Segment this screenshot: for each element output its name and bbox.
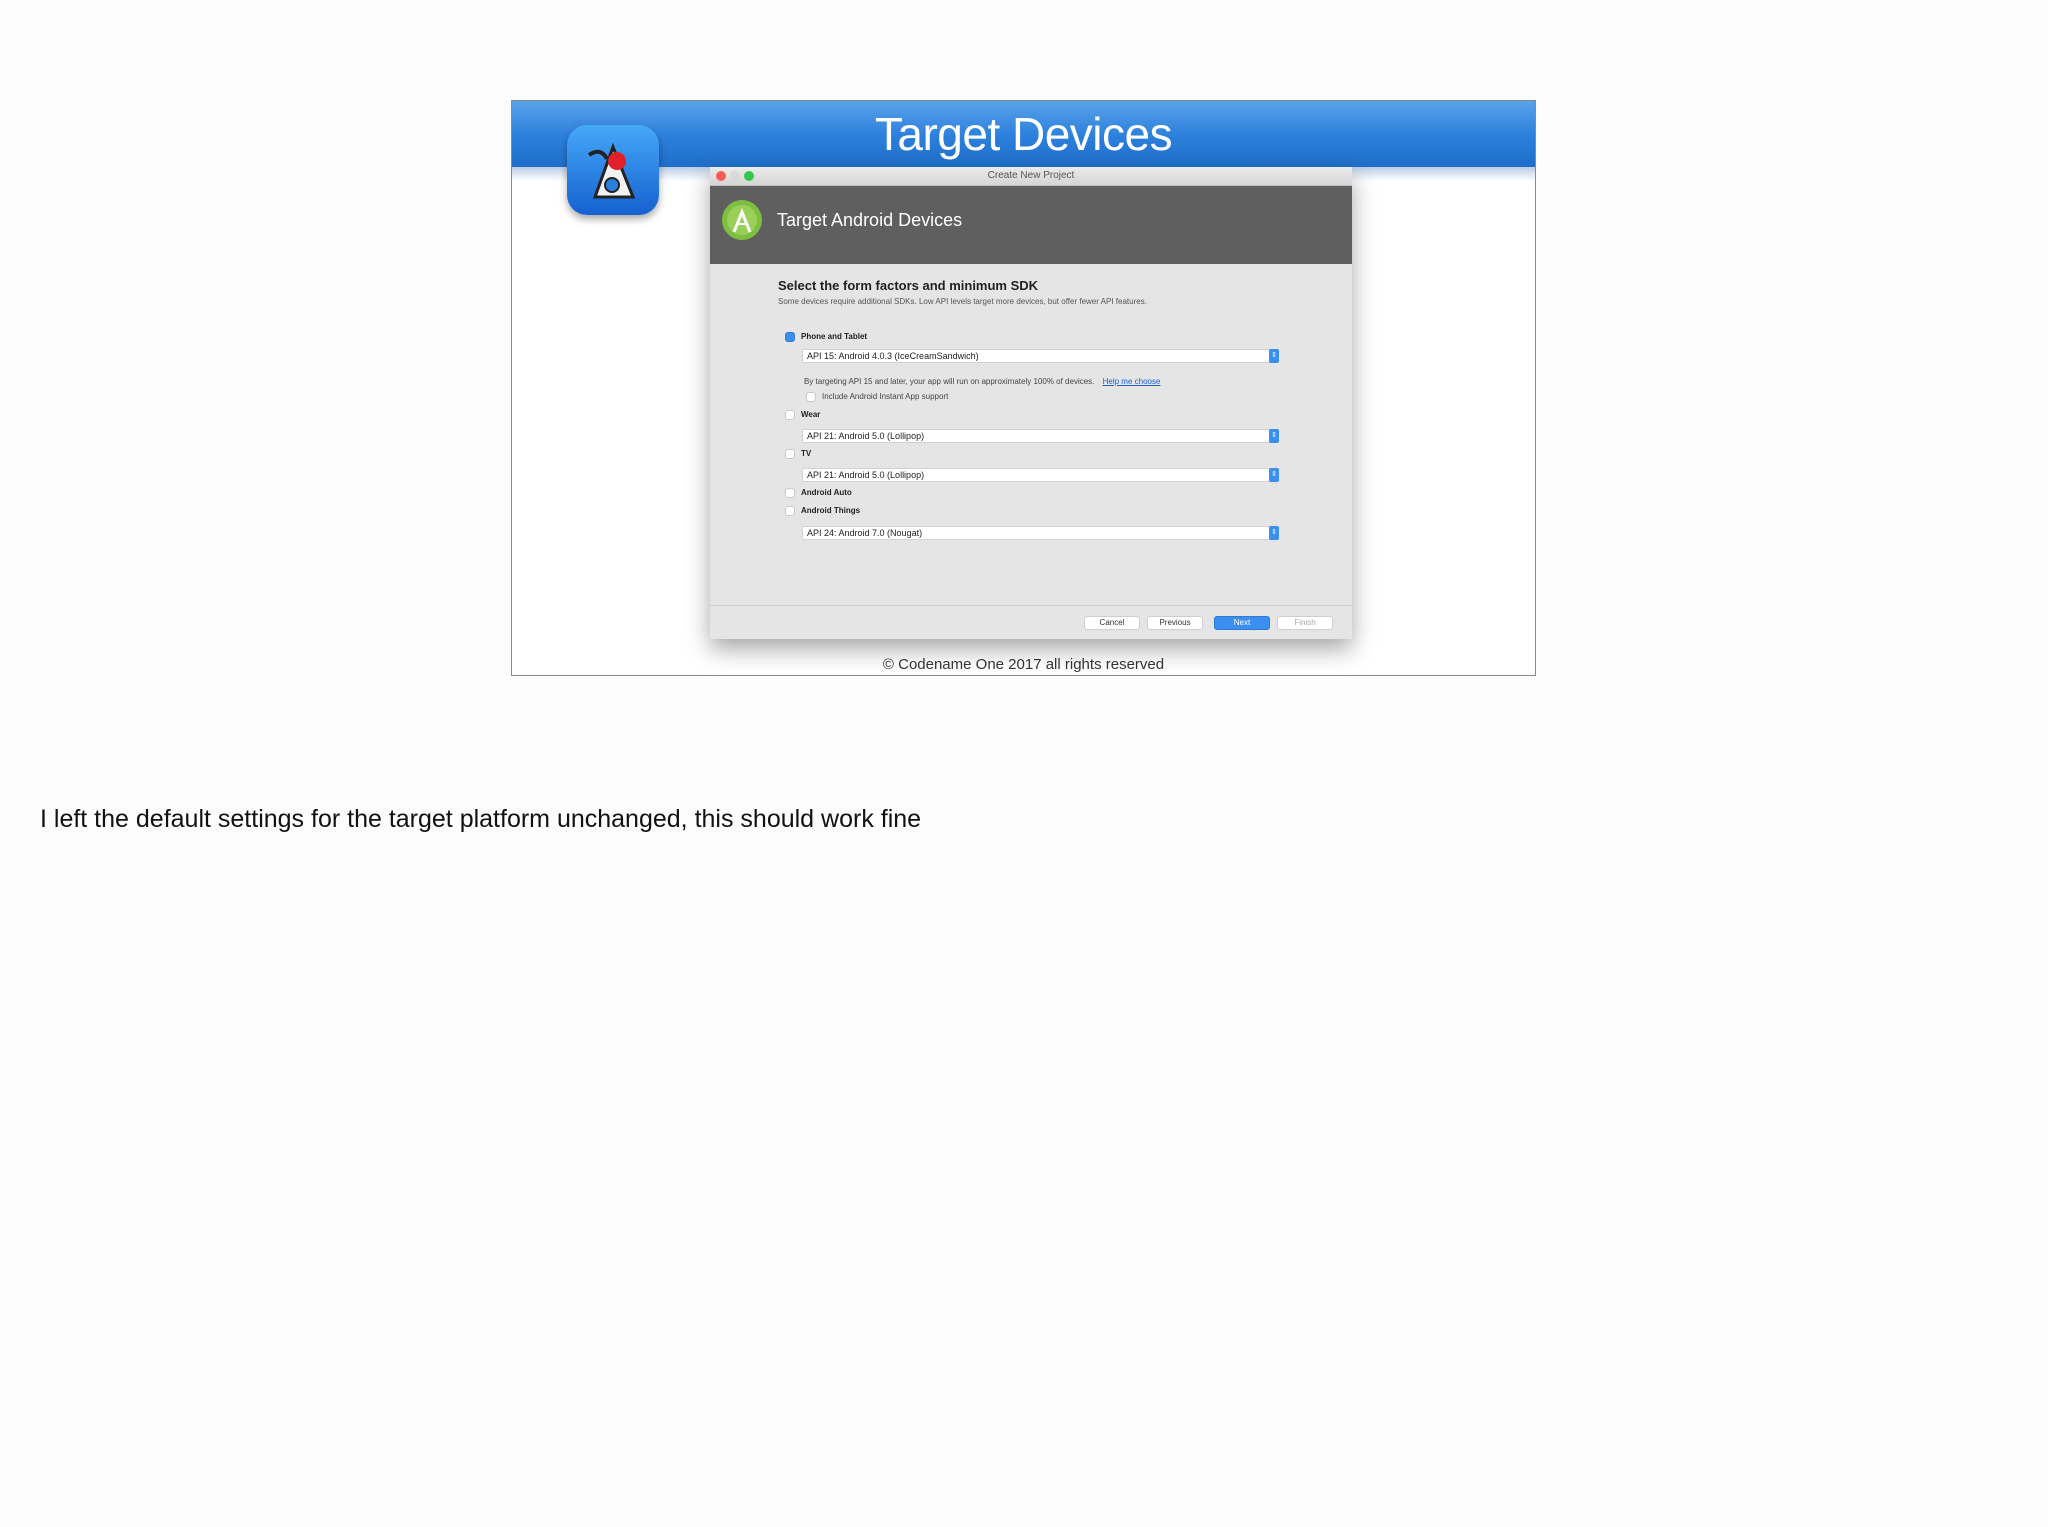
copyright-footer: © Codename One 2017 all rights reserved bbox=[882, 656, 1165, 673]
dialog-title: Target Android Devices bbox=[777, 210, 963, 230]
wear-label: Wear bbox=[801, 410, 821, 419]
tv-label: TV bbox=[801, 449, 812, 458]
phone-tablet-label: Phone and Tablet bbox=[801, 332, 868, 341]
android-auto-checkbox[interactable] bbox=[785, 488, 795, 498]
zoom-window-button[interactable] bbox=[744, 171, 754, 181]
form-factors-heading: Select the form factors and minimum SDK bbox=[778, 278, 1039, 293]
dialog-titlebar: Create New Project bbox=[710, 167, 1352, 186]
dropdown-arrow-icon: ⇕ bbox=[1269, 468, 1279, 482]
finish-button[interactable]: Finish bbox=[1277, 616, 1333, 630]
dropdown-arrow-icon: ⇕ bbox=[1269, 349, 1279, 363]
cancel-button[interactable]: Cancel bbox=[1084, 616, 1140, 630]
slide-caption: I left the default settings for the targ… bbox=[40, 805, 922, 833]
window-title: Create New Project bbox=[987, 170, 1075, 181]
phone-tablet-sdk-select[interactable]: API 15: Android 4.0.3 (IceCreamSandwich)… bbox=[802, 349, 1279, 363]
slide-title: Target Devices bbox=[874, 108, 1173, 160]
codename-one-app-icon bbox=[567, 125, 659, 215]
dropdown-arrow-icon: ⇕ bbox=[1269, 429, 1279, 443]
android-things-checkbox[interactable] bbox=[785, 506, 795, 516]
phone-tablet-sdk-value: API 15: Android 4.0.3 (IceCreamSandwich) bbox=[807, 351, 979, 361]
phone-tablet-checkbox[interactable] bbox=[785, 332, 795, 342]
android-things-label: Android Things bbox=[801, 506, 861, 515]
help-me-choose-link[interactable]: Help me choose bbox=[1103, 377, 1161, 386]
instant-app-label: Include Android Instant App support bbox=[822, 392, 949, 401]
android-auto-label: Android Auto bbox=[801, 488, 852, 497]
create-project-dialog: Create New Project Target Android Device… bbox=[710, 167, 1352, 639]
previous-button[interactable]: Previous bbox=[1147, 616, 1203, 630]
wear-sdk-value: API 21: Android 5.0 (Lollipop) bbox=[807, 431, 925, 441]
close-window-button[interactable] bbox=[716, 171, 726, 181]
android-studio-icon bbox=[722, 200, 762, 240]
instant-app-checkbox[interactable] bbox=[806, 392, 816, 402]
dialog-footer-divider bbox=[710, 605, 1352, 606]
android-things-sdk-value: API 24: Android 7.0 (Nougat) bbox=[807, 528, 923, 538]
api-coverage-text: By targeting API 15 and later, your app … bbox=[804, 377, 1095, 386]
slide: Target Devices Create New Project Target… bbox=[511, 100, 1536, 676]
android-things-sdk-select[interactable]: API 24: Android 7.0 (Nougat) ⇕ bbox=[802, 526, 1279, 540]
tv-checkbox[interactable] bbox=[785, 449, 795, 459]
api-coverage-note: By targeting API 15 and later, your app … bbox=[804, 377, 1160, 386]
tv-sdk-value: API 21: Android 5.0 (Lollipop) bbox=[807, 470, 925, 480]
wear-checkbox[interactable] bbox=[785, 410, 795, 420]
next-button[interactable]: Next bbox=[1214, 616, 1270, 630]
dropdown-arrow-icon: ⇕ bbox=[1269, 526, 1279, 540]
dialog-header: Target Android Devices bbox=[710, 186, 1352, 264]
tv-sdk-select[interactable]: API 21: Android 5.0 (Lollipop) ⇕ bbox=[802, 468, 1279, 482]
wear-sdk-select[interactable]: API 21: Android 5.0 (Lollipop) ⇕ bbox=[802, 429, 1279, 443]
form-factors-subheading: Some devices require additional SDKs. Lo… bbox=[778, 297, 1147, 306]
minimize-window-button[interactable] bbox=[730, 171, 740, 181]
